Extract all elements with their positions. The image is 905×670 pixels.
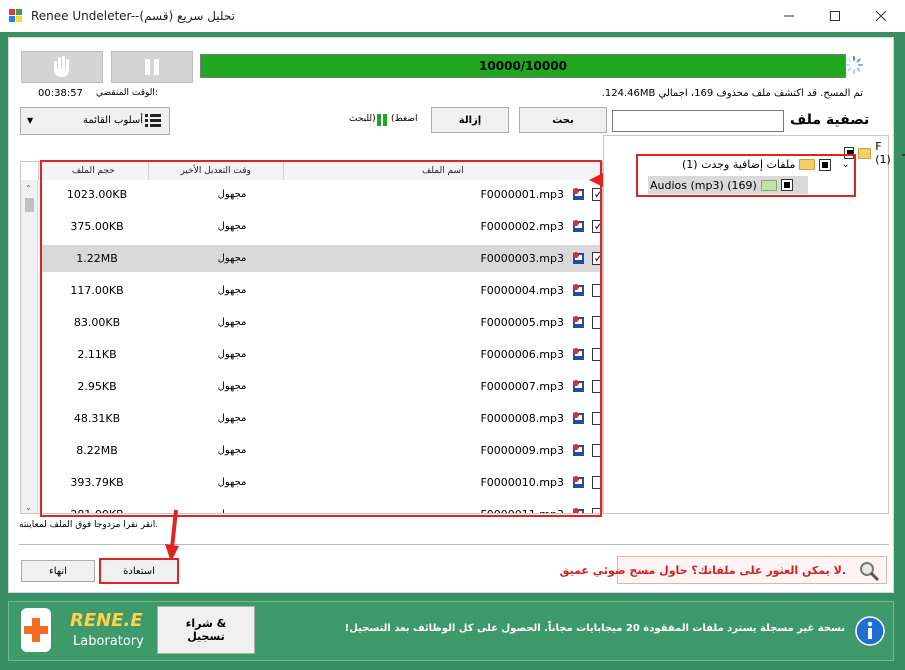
highlight-box-tree: [636, 154, 856, 197]
scrollbar-thumb[interactable]: [25, 198, 34, 212]
elapsed-time-value: 00:38:57: [38, 88, 83, 99]
window-title: Renee Undeleter--تحليل سريع (قسم): [31, 9, 235, 23]
search-hint-suffix: للبحث): [349, 114, 376, 124]
scan-progress-bar: 10000/10000: [200, 54, 846, 78]
buy-label-line2: تسجيل: [187, 630, 225, 643]
hand-stop-icon: [54, 56, 69, 77]
scan-status-text: تم المسح. قد اكتشف ملف محذوف 169، اجمالي…: [601, 88, 863, 99]
deep-scan-link[interactable]: لا يمكن العثور على ملفاتك؟ حاول مسح ضوئي…: [560, 556, 887, 584]
buy-label-line1: شراء &: [185, 617, 227, 630]
promo-bar: RENE.E Laboratory شراء & تسجيل نسخة غير …: [8, 601, 894, 661]
logo-title: RENE.E: [70, 610, 143, 631]
info-icon[interactable]: [855, 616, 885, 646]
scroll-down-icon[interactable]: ⌄: [25, 503, 32, 512]
maximize-button[interactable]: [812, 0, 858, 32]
close-icon: [876, 11, 886, 21]
close-button[interactable]: [858, 0, 904, 32]
scroll-up-icon[interactable]: ⌃: [25, 184, 32, 193]
view-mode-dropdown[interactable]: ▼ أسلوب القائمة: [20, 107, 170, 135]
filter-label: تصفية ملف: [790, 112, 870, 128]
highlight-box-file-list: [40, 160, 602, 517]
logo-subtitle: Laboratory: [73, 634, 144, 649]
list-view-icon: [145, 114, 161, 127]
vertical-scrollbar[interactable]: ⌃ ⌄: [21, 180, 38, 513]
elapsed-time-label: الوقت المنقضي:: [96, 88, 158, 98]
pause-button[interactable]: [111, 51, 193, 83]
deep-scan-text: لا يمكن العثور على ملفاتك؟ حاول مسح ضوئي…: [559, 564, 846, 577]
magnifier-icon: [860, 562, 880, 582]
filter-input[interactable]: [612, 110, 784, 132]
maximize-icon: [830, 11, 840, 21]
loading-spinner-icon: [845, 56, 863, 74]
recover-button[interactable]: استعادة: [99, 558, 179, 584]
progress-text: 10000/10000: [479, 59, 567, 73]
app-logo-icon: [9, 9, 23, 23]
folder-icon: [858, 147, 872, 159]
minimize-button[interactable]: [766, 0, 812, 32]
chevron-down-icon: ▼: [27, 116, 34, 125]
search-button[interactable]: بحث: [519, 107, 607, 133]
view-mode-label: أسلوب القائمة: [83, 115, 144, 126]
preview-hint: انقر نقرا مزدوجا فوق الملف لمعاينته.: [19, 520, 159, 530]
promo-message: نسخة غير مسجلة يسترد ملفات المفقودة 20 م…: [344, 623, 845, 634]
stop-button[interactable]: [21, 51, 103, 83]
divider: [19, 544, 889, 545]
title-bar: Renee Undeleter--تحليل سريع (قسم): [0, 0, 905, 32]
search-hint-prefix: (اضغط: [391, 114, 418, 124]
tree-root-label: F (1): [875, 140, 891, 166]
finish-button[interactable]: انهاء: [21, 560, 95, 582]
main-panel: 10000/10000 00:38:57 الوقت المنقضي: تم ا…: [8, 37, 905, 593]
folder-tree: F (1) ⌄ ملفات إضافية وجدت (1) ⌄ Audios (…: [603, 135, 905, 514]
chevron-down-icon[interactable]: ⌄: [900, 148, 905, 159]
remove-button[interactable]: إزالة: [431, 107, 509, 133]
pause-icon: [145, 59, 159, 75]
buy-register-button[interactable]: شراء & تسجيل: [157, 606, 255, 654]
renee-logo-icon: [21, 608, 51, 652]
minimize-icon: [784, 15, 794, 17]
green-bars-icon: [377, 114, 387, 126]
